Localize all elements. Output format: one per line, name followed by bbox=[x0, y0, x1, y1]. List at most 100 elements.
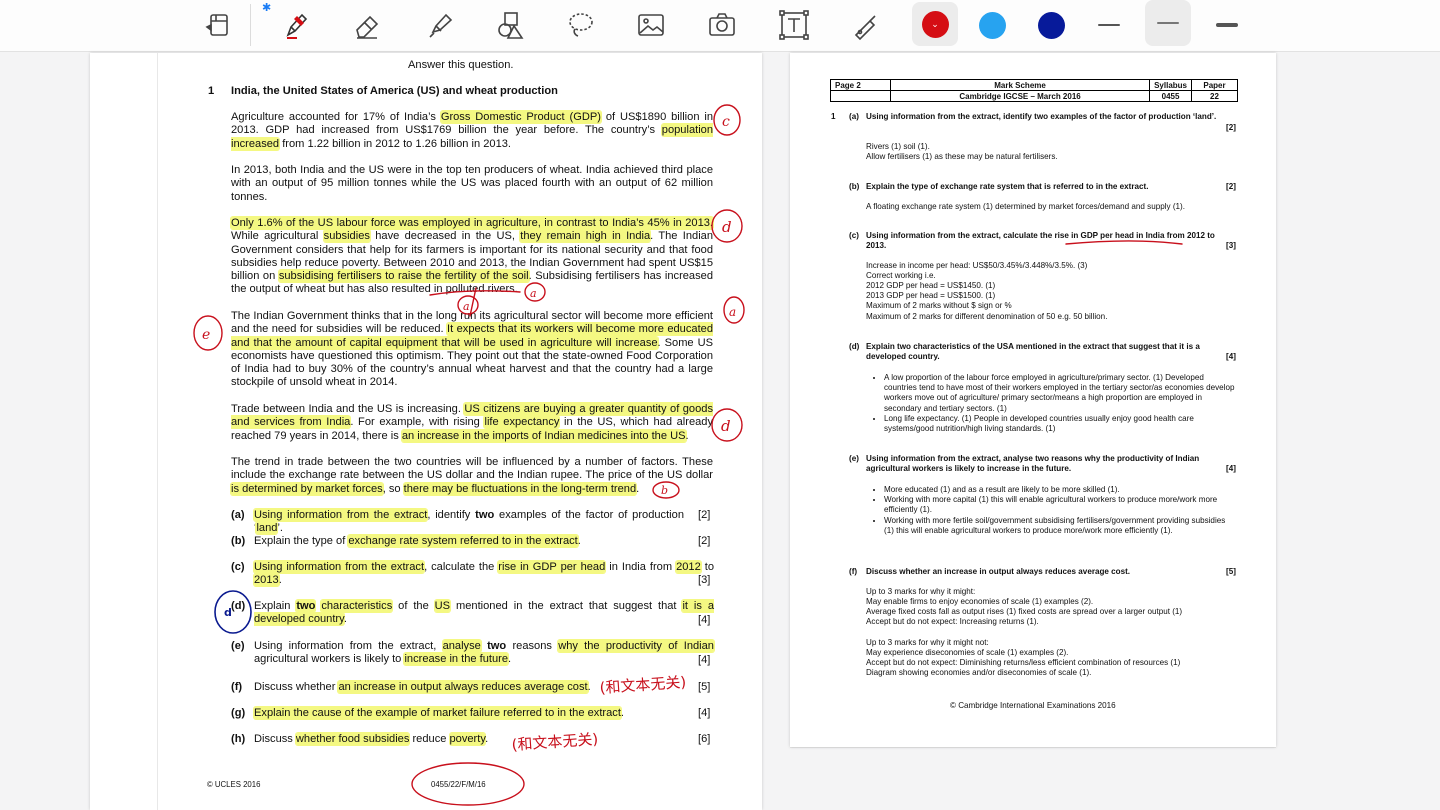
text-span: reasons bbox=[506, 640, 559, 652]
color-light-blue-button[interactable] bbox=[969, 4, 1015, 46]
ms-answer-a-1: Rivers (1) soil (1). bbox=[866, 142, 930, 151]
ms-label-e: (e) bbox=[849, 454, 859, 463]
ms-answer-f-9: Diagram showing economies and/or disecon… bbox=[866, 668, 1092, 677]
highlight-span: land bbox=[256, 522, 278, 535]
highlight-span: an increase in output always reduces ave… bbox=[338, 681, 588, 693]
footer-copyright: © UCLES 2016 bbox=[207, 780, 261, 789]
ms-question-number: 1 bbox=[831, 112, 836, 121]
text-span: of the bbox=[392, 600, 435, 612]
stroke-medium-line bbox=[1157, 22, 1179, 24]
text-span: . bbox=[577, 535, 581, 547]
highlight-span: they remain high in India bbox=[520, 230, 651, 243]
paragraph-3: Only 1.6% of the US labour force was emp… bbox=[231, 217, 713, 297]
header-syllabus: 0455 bbox=[1149, 90, 1192, 102]
ms-answer-f-3: Average fixed costs fall as output rises… bbox=[866, 607, 1183, 616]
stroke-thick-line bbox=[1216, 23, 1238, 27]
highlight-span: an increase in the imports of Indian med… bbox=[401, 429, 686, 442]
text-span: . For example, with rising bbox=[350, 416, 485, 429]
annotation-toolbar: ✱ ⌄ bbox=[0, 0, 1440, 52]
color-swatch-dark-blue bbox=[1037, 11, 1065, 39]
stroke-thin-button[interactable] bbox=[1086, 4, 1132, 46]
text-span: Trade between India and the US is increa… bbox=[231, 403, 465, 415]
stroke-thick-button[interactable] bbox=[1204, 4, 1250, 46]
ms-bullet: Long life expectancy. (1) People in deve… bbox=[884, 414, 1236, 434]
subquestion-label: (e) bbox=[231, 640, 245, 652]
paragraph-5: Trade between India and the US is increa… bbox=[231, 403, 713, 443]
highlight-span: exchange rate system referred to in the … bbox=[348, 535, 578, 547]
color-dark-blue-button[interactable] bbox=[1028, 4, 1074, 46]
color-red-button[interactable]: ⌄ bbox=[912, 2, 958, 46]
ms-bullets-e: More educated (1) and as a result are li… bbox=[866, 485, 1236, 536]
exam-instruction: Answer this question. bbox=[408, 59, 514, 71]
shapes-icon[interactable] bbox=[488, 4, 534, 46]
text-box-icon[interactable] bbox=[771, 4, 817, 46]
header-syllabus-label: Syllabus bbox=[1149, 79, 1192, 91]
toolbar-divider bbox=[250, 4, 251, 46]
text-span: Discuss bbox=[254, 733, 296, 745]
subquestion-text: Discuss whether an increase in output al… bbox=[254, 681, 684, 694]
subquestion-marks: [5] bbox=[698, 681, 711, 693]
subquestion-marks: [4] bbox=[698, 654, 711, 666]
ms-answer-f-8: Accept but do not expect: Diminishing re… bbox=[866, 658, 1181, 667]
text-span: mentioned in the extract that suggest th… bbox=[450, 600, 683, 612]
ms-answer-f-2: May enable firms to enjoy economies of s… bbox=[866, 597, 1094, 606]
subquestion-text: Explain the cause of the example of mark… bbox=[254, 707, 684, 720]
subquestion-label: (h) bbox=[231, 733, 246, 745]
subquestion-text: Using information from the extract, anal… bbox=[254, 640, 714, 667]
highlight-span: Using information from the extract bbox=[254, 561, 425, 573]
text-span: Explain the type of bbox=[254, 535, 349, 547]
highlighter-icon[interactable] bbox=[416, 4, 462, 46]
highlight-span: 2012 bbox=[676, 561, 701, 573]
header-page: Page 2 bbox=[830, 79, 891, 91]
subquestion-text: Explain two characteristics of the US me… bbox=[254, 600, 714, 627]
ms-label-a: (a) bbox=[849, 112, 859, 121]
ms-answer-f-6: Up to 3 marks for why it might not: bbox=[866, 638, 989, 647]
text-span: Explain bbox=[254, 600, 297, 612]
ms-label-d: (d) bbox=[849, 342, 860, 351]
exam-page: Answer this question. 1 India, the Unite… bbox=[90, 53, 762, 810]
paragraph-4: The Indian Government thinks that in the… bbox=[231, 310, 713, 390]
ms-answer-c-1: Increase in income per head: US$50/3.45%… bbox=[866, 261, 1088, 270]
text-span: . bbox=[508, 653, 512, 666]
text-span: to bbox=[700, 561, 714, 573]
lasso-icon[interactable] bbox=[557, 4, 603, 46]
text-span: . bbox=[685, 429, 689, 442]
stroke-medium-button[interactable] bbox=[1145, 0, 1191, 46]
footer-paper-code: 0455/22/F/M/16 bbox=[431, 780, 486, 789]
text-span: two bbox=[475, 509, 495, 521]
pen-icon[interactable] bbox=[272, 4, 318, 46]
header-empty-cell bbox=[830, 90, 891, 102]
text-span: , calculate the bbox=[424, 561, 499, 573]
text-span: ’. bbox=[277, 522, 283, 535]
image-icon[interactable] bbox=[628, 4, 674, 46]
stroke-thin-line bbox=[1098, 24, 1120, 26]
subquestion-marks: [2] bbox=[698, 535, 711, 547]
text-span: Discuss whether bbox=[254, 681, 339, 693]
subquestion-label: (g) bbox=[231, 707, 246, 719]
eraser-icon[interactable] bbox=[344, 4, 390, 46]
header-paper-label: Paper bbox=[1191, 79, 1238, 91]
ms-answer-f-4: Accept but do not expect: Increasing ret… bbox=[866, 617, 1039, 626]
subquestion-text: Using information from the extract, iden… bbox=[254, 509, 684, 536]
text-span: Agriculture accounted for 17% of India’s bbox=[231, 111, 441, 123]
subquestion-label: (a) bbox=[231, 509, 245, 521]
ms-marks-c: [3] bbox=[1226, 241, 1236, 250]
subquestion-text: Explain the type of exchange rate system… bbox=[254, 535, 684, 548]
bluetooth-icon: ✱ bbox=[262, 2, 272, 14]
ms-question-b: Explain the type of exchange rate system… bbox=[866, 182, 1149, 191]
text-span: . bbox=[343, 613, 347, 626]
layout-icon[interactable] bbox=[196, 4, 242, 46]
mark-scheme-header-table: Page 2 Mark Scheme Syllabus Paper Cambri… bbox=[830, 79, 1238, 102]
ms-bullet: Working with more fertile soil/governmen… bbox=[884, 516, 1236, 536]
camera-icon[interactable] bbox=[699, 4, 745, 46]
ms-label-b: (b) bbox=[849, 182, 860, 191]
highlight-span: two bbox=[296, 600, 316, 612]
text-span: have decreased in the US, bbox=[369, 230, 521, 243]
text-span: . bbox=[485, 733, 489, 745]
text-span: The trend in trade between the two count… bbox=[231, 456, 713, 482]
subquestion-marks: [6] bbox=[698, 733, 711, 745]
laser-pointer-icon[interactable] bbox=[842, 4, 888, 46]
question-number: 1 bbox=[208, 85, 215, 97]
ms-bullet: Working with more capital (1) this will … bbox=[884, 495, 1236, 515]
ms-answer-c-4: 2013 GDP per head = US$1500. (1) bbox=[866, 291, 996, 300]
